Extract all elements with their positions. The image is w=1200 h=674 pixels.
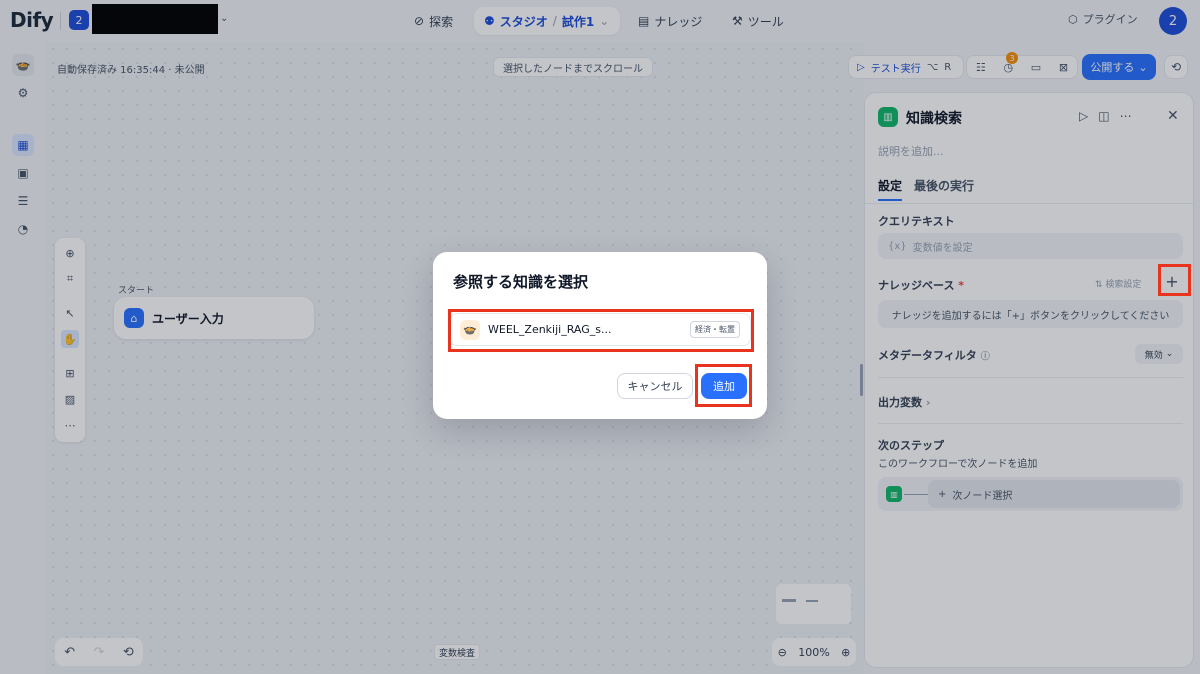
annotation-highlight-knowledge-item bbox=[448, 309, 754, 352]
annotation-highlight-plus bbox=[1158, 264, 1191, 296]
dialog-title: 参照する知識を選択 bbox=[453, 273, 589, 291]
cancel-button[interactable]: キャンセル bbox=[617, 373, 693, 399]
annotation-highlight-add-button bbox=[695, 364, 752, 407]
